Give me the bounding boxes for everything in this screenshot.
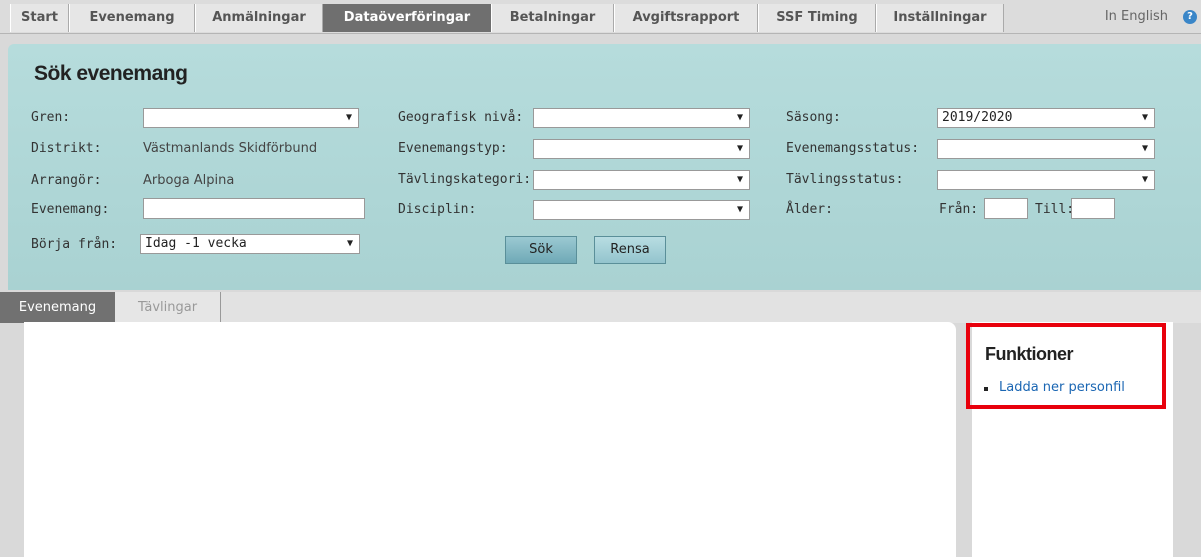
result-tabs: Evenemang Tävlingar: [0, 292, 1201, 323]
tavlingskategori-label: Tävlingskategori:: [398, 172, 532, 187]
evenemang-input[interactable]: [143, 198, 365, 219]
alder-fran-label: Från:: [939, 202, 979, 217]
tab-tavlingar-results[interactable]: Tävlingar: [115, 292, 221, 323]
tab-evenemang-results[interactable]: Evenemang: [0, 292, 115, 323]
chevron-down-icon: ▼: [736, 174, 743, 185]
language-link[interactable]: In English: [1105, 9, 1168, 24]
search-button[interactable]: Sök: [505, 236, 577, 264]
chevron-down-icon: ▼: [345, 112, 352, 123]
geografisk-niva-select[interactable]: ▼: [533, 108, 750, 128]
page-title: Sök evenemang: [34, 62, 188, 85]
borja-fran-select[interactable]: Idag -1 vecka ▼: [140, 234, 360, 254]
tab-ssf-timing[interactable]: SSF Timing: [758, 4, 876, 32]
tab-dataoverforingar[interactable]: Dataöverföringar: [323, 4, 491, 32]
results-panel: [24, 322, 956, 557]
chevron-down-icon: ▼: [1141, 174, 1148, 185]
chevron-down-icon: ▼: [736, 143, 743, 154]
borja-fran-label: Börja från:: [31, 237, 118, 252]
distrikt-value: Västmanlands Skidförbund: [143, 141, 318, 156]
tab-evenemang[interactable]: Evenemang: [69, 4, 195, 32]
gren-select[interactable]: ▼: [143, 108, 359, 128]
tavlingsstatus-select[interactable]: ▼: [937, 170, 1155, 190]
arrangor-label: Arrangör:: [31, 173, 102, 188]
download-person-file-link[interactable]: Ladda ner personfil: [999, 380, 1125, 395]
chevron-down-icon: ▼: [1141, 112, 1148, 123]
highlight-box: [966, 323, 1166, 409]
tab-start[interactable]: Start: [10, 4, 69, 32]
bullet-icon: [984, 387, 988, 391]
evenemangsstatus-select[interactable]: ▼: [937, 139, 1155, 159]
alder-label: Ålder:: [786, 202, 833, 217]
evenemangstyp-select[interactable]: ▼: [533, 139, 750, 159]
search-panel: Sök evenemang Gren: ▼ Distrikt: Västmanl…: [8, 44, 1201, 290]
top-navigation: Start Evenemang Anmälningar Dataöverföri…: [0, 0, 1201, 34]
geografisk-niva-label: Geografisk nivå:: [398, 110, 524, 125]
tab-anmalningar[interactable]: Anmälningar: [195, 4, 323, 32]
evenemangstyp-label: Evenemangstyp:: [398, 141, 508, 156]
tab-betalningar[interactable]: Betalningar: [491, 4, 614, 32]
borja-fran-value: Idag -1 vecka: [145, 236, 247, 251]
alder-fran-input[interactable]: [984, 198, 1028, 219]
sasong-value: 2019/2020: [942, 110, 1013, 125]
sasong-select[interactable]: 2019/2020 ▼: [937, 108, 1155, 128]
functions-title: Funktioner: [985, 344, 1074, 364]
tab-installningar[interactable]: Inställningar: [876, 4, 1004, 32]
tavlingskategori-select[interactable]: ▼: [533, 170, 750, 190]
chevron-down-icon: ▼: [736, 204, 743, 215]
clear-button[interactable]: Rensa: [594, 236, 666, 264]
tavlingsstatus-label: Tävlingsstatus:: [786, 172, 904, 187]
distrikt-label: Distrikt:: [31, 141, 102, 156]
evenemangsstatus-label: Evenemangsstatus:: [786, 141, 920, 156]
help-icon[interactable]: ?: [1183, 10, 1197, 24]
arrangor-value: Arboga Alpina: [143, 173, 235, 188]
chevron-down-icon: ▼: [1141, 143, 1148, 154]
evenemang-label: Evenemang:: [31, 202, 110, 217]
tab-avgiftsrapport[interactable]: Avgiftsrapport: [614, 4, 758, 32]
chevron-down-icon: ▼: [736, 112, 743, 123]
gren-label: Gren:: [31, 110, 71, 125]
disciplin-select[interactable]: ▼: [533, 200, 750, 220]
sasong-label: Säsong:: [786, 110, 841, 125]
chevron-down-icon: ▼: [346, 238, 353, 249]
alder-till-input[interactable]: [1071, 198, 1115, 219]
disciplin-label: Disciplin:: [398, 202, 477, 217]
alder-till-label: Till:: [1035, 202, 1075, 217]
